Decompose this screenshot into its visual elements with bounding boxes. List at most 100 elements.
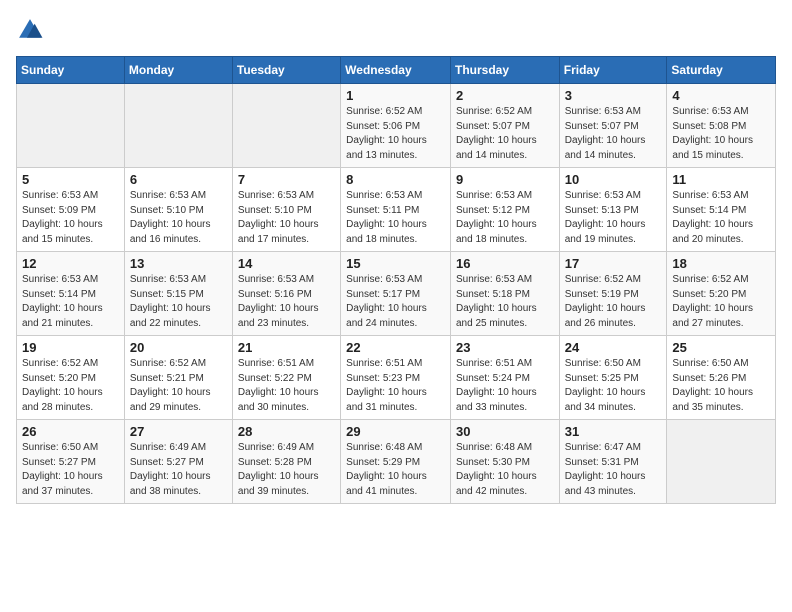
logo-icon	[16, 16, 44, 44]
day-number: 11	[672, 172, 770, 187]
day-info: Sunrise: 6:51 AM Sunset: 5:23 PM Dayligh…	[346, 357, 445, 415]
day-info: Sunrise: 6:53 AM Sunset: 5:08 PM Dayligh…	[672, 105, 770, 163]
calendar-week-row: 12Sunrise: 6:53 AM Sunset: 5:14 PM Dayli…	[17, 252, 776, 336]
day-info: Sunrise: 6:53 AM Sunset: 5:13 PM Dayligh…	[565, 189, 662, 247]
calendar-week-row: 1 Sunrise: 6:52 AM Sunset: 5:06 PM Daylig…	[17, 84, 776, 168]
day-number: 7	[238, 172, 335, 187]
calendar-cell	[232, 84, 340, 168]
calendar-cell: 22 Sunrise: 6:51 AM Sunset: 5:23 PM Dayli…	[341, 336, 451, 420]
calendar-cell: 10 Sunrise: 6:53 AM Sunset: 5:13 PM Dayli…	[559, 168, 667, 252]
calendar-cell: 19 Sunrise: 6:52 AM Sunset: 5:20 PM Dayli…	[17, 336, 125, 420]
day-info: Sunrise: 6:48 AM Sunset: 5:30 PM Dayligh…	[456, 441, 554, 499]
day-info: Sunrise: 6:51 AM Sunset: 5:24 PM Dayligh…	[456, 357, 554, 415]
day-info: Sunrise: 6:53 AM Sunset: 5:15 PM Dayligh…	[130, 273, 227, 331]
day-number: 24	[565, 340, 662, 355]
calendar-cell: 24 Sunrise: 6:50 AM Sunset: 5:25 PM Dayli…	[559, 336, 667, 420]
day-info: Sunrise: 6:52 AM Sunset: 5:19 PM Dayligh…	[565, 273, 662, 331]
day-info: Sunrise: 6:52 AM Sunset: 5:20 PM Dayligh…	[22, 357, 119, 415]
day-info: Sunrise: 6:47 AM Sunset: 5:31 PM Dayligh…	[565, 441, 662, 499]
weekday-header-monday: Monday	[124, 57, 232, 84]
calendar-cell: 2 Sunrise: 6:52 AM Sunset: 5:07 PM Daylig…	[450, 84, 559, 168]
calendar-table: SundayMondayTuesdayWednesdayThursdayFrid…	[16, 56, 776, 504]
calendar-cell: 23 Sunrise: 6:51 AM Sunset: 5:24 PM Dayli…	[450, 336, 559, 420]
day-info: Sunrise: 6:53 AM Sunset: 5:18 PM Dayligh…	[456, 273, 554, 331]
calendar-cell: 4Sunrise: 6:53 AM Sunset: 5:08 PM Daylig…	[667, 84, 776, 168]
day-number: 14	[238, 256, 335, 271]
day-number: 31	[565, 424, 662, 439]
calendar-cell: 5Sunrise: 6:53 AM Sunset: 5:09 PM Daylig…	[17, 168, 125, 252]
calendar-week-row: 26 Sunrise: 6:50 AM Sunset: 5:27 PM Dayli…	[17, 420, 776, 504]
calendar-cell: 28 Sunrise: 6:49 AM Sunset: 5:28 PM Dayli…	[232, 420, 340, 504]
day-info: Sunrise: 6:52 AM Sunset: 5:21 PM Dayligh…	[130, 357, 227, 415]
calendar-cell	[667, 420, 776, 504]
calendar-cell: 9 Sunrise: 6:53 AM Sunset: 5:12 PM Daylig…	[450, 168, 559, 252]
weekday-header-row: SundayMondayTuesdayWednesdayThursdayFrid…	[17, 57, 776, 84]
calendar-cell	[17, 84, 125, 168]
day-number: 17	[565, 256, 662, 271]
day-info: Sunrise: 6:53 AM Sunset: 5:09 PM Dayligh…	[22, 189, 119, 247]
calendar-cell: 6 Sunrise: 6:53 AM Sunset: 5:10 PM Daylig…	[124, 168, 232, 252]
day-info: Sunrise: 6:50 AM Sunset: 5:26 PM Dayligh…	[672, 357, 770, 415]
weekday-header-saturday: Saturday	[667, 57, 776, 84]
day-number: 18	[672, 256, 770, 271]
day-number: 23	[456, 340, 554, 355]
day-number: 3	[565, 88, 662, 103]
calendar-cell: 13 Sunrise: 6:53 AM Sunset: 5:15 PM Dayli…	[124, 252, 232, 336]
day-info: Sunrise: 6:51 AM Sunset: 5:22 PM Dayligh…	[238, 357, 335, 415]
calendar-cell: 8Sunrise: 6:53 AM Sunset: 5:11 PM Daylig…	[341, 168, 451, 252]
day-number: 13	[130, 256, 227, 271]
calendar-cell: 16Sunrise: 6:53 AM Sunset: 5:18 PM Dayli…	[450, 252, 559, 336]
day-number: 2	[456, 88, 554, 103]
day-info: Sunrise: 6:53 AM Sunset: 5:12 PM Dayligh…	[456, 189, 554, 247]
calendar-cell: 12Sunrise: 6:53 AM Sunset: 5:14 PM Dayli…	[17, 252, 125, 336]
day-number: 6	[130, 172, 227, 187]
calendar-body: 1 Sunrise: 6:52 AM Sunset: 5:06 PM Daylig…	[17, 84, 776, 504]
day-info: Sunrise: 6:53 AM Sunset: 5:17 PM Dayligh…	[346, 273, 445, 331]
calendar-cell: 7 Sunrise: 6:53 AM Sunset: 5:10 PM Daylig…	[232, 168, 340, 252]
calendar-cell: 30 Sunrise: 6:48 AM Sunset: 5:30 PM Dayli…	[450, 420, 559, 504]
day-number: 20	[130, 340, 227, 355]
calendar-week-row: 19 Sunrise: 6:52 AM Sunset: 5:20 PM Dayli…	[17, 336, 776, 420]
day-number: 9	[456, 172, 554, 187]
day-number: 1	[346, 88, 445, 103]
calendar-cell: 27 Sunrise: 6:49 AM Sunset: 5:27 PM Dayli…	[124, 420, 232, 504]
calendar-cell: 31 Sunrise: 6:47 AM Sunset: 5:31 PM Dayli…	[559, 420, 667, 504]
day-number: 30	[456, 424, 554, 439]
calendar-cell: 1 Sunrise: 6:52 AM Sunset: 5:06 PM Daylig…	[341, 84, 451, 168]
calendar-cell: 17 Sunrise: 6:52 AM Sunset: 5:19 PM Dayli…	[559, 252, 667, 336]
calendar-cell: 15Sunrise: 6:53 AM Sunset: 5:17 PM Dayli…	[341, 252, 451, 336]
page-header	[16, 16, 776, 44]
calendar-cell: 20 Sunrise: 6:52 AM Sunset: 5:21 PM Dayli…	[124, 336, 232, 420]
day-info: Sunrise: 6:53 AM Sunset: 5:14 PM Dayligh…	[672, 189, 770, 247]
day-number: 26	[22, 424, 119, 439]
day-info: Sunrise: 6:53 AM Sunset: 5:10 PM Dayligh…	[238, 189, 335, 247]
day-number: 28	[238, 424, 335, 439]
day-info: Sunrise: 6:49 AM Sunset: 5:27 PM Dayligh…	[130, 441, 227, 499]
day-number: 10	[565, 172, 662, 187]
day-number: 22	[346, 340, 445, 355]
day-info: Sunrise: 6:52 AM Sunset: 5:20 PM Dayligh…	[672, 273, 770, 331]
calendar-cell: 14 Sunrise: 6:53 AM Sunset: 5:16 PM Dayli…	[232, 252, 340, 336]
weekday-header-thursday: Thursday	[450, 57, 559, 84]
day-info: Sunrise: 6:49 AM Sunset: 5:28 PM Dayligh…	[238, 441, 335, 499]
day-info: Sunrise: 6:53 AM Sunset: 5:16 PM Dayligh…	[238, 273, 335, 331]
day-number: 29	[346, 424, 445, 439]
day-info: Sunrise: 6:50 AM Sunset: 5:25 PM Dayligh…	[565, 357, 662, 415]
calendar-header: SundayMondayTuesdayWednesdayThursdayFrid…	[17, 57, 776, 84]
calendar-week-row: 5Sunrise: 6:53 AM Sunset: 5:09 PM Daylig…	[17, 168, 776, 252]
day-number: 21	[238, 340, 335, 355]
calendar-cell: 3Sunrise: 6:53 AM Sunset: 5:07 PM Daylig…	[559, 84, 667, 168]
calendar-cell: 21 Sunrise: 6:51 AM Sunset: 5:22 PM Dayli…	[232, 336, 340, 420]
weekday-header-tuesday: Tuesday	[232, 57, 340, 84]
calendar-cell: 26 Sunrise: 6:50 AM Sunset: 5:27 PM Dayli…	[17, 420, 125, 504]
day-info: Sunrise: 6:53 AM Sunset: 5:10 PM Dayligh…	[130, 189, 227, 247]
calendar-cell: 18 Sunrise: 6:52 AM Sunset: 5:20 PM Dayli…	[667, 252, 776, 336]
logo	[16, 16, 48, 44]
day-number: 27	[130, 424, 227, 439]
day-number: 8	[346, 172, 445, 187]
day-number: 19	[22, 340, 119, 355]
day-info: Sunrise: 6:50 AM Sunset: 5:27 PM Dayligh…	[22, 441, 119, 499]
weekday-header-wednesday: Wednesday	[341, 57, 451, 84]
day-info: Sunrise: 6:52 AM Sunset: 5:07 PM Dayligh…	[456, 105, 554, 163]
day-info: Sunrise: 6:52 AM Sunset: 5:06 PM Dayligh…	[346, 105, 445, 163]
